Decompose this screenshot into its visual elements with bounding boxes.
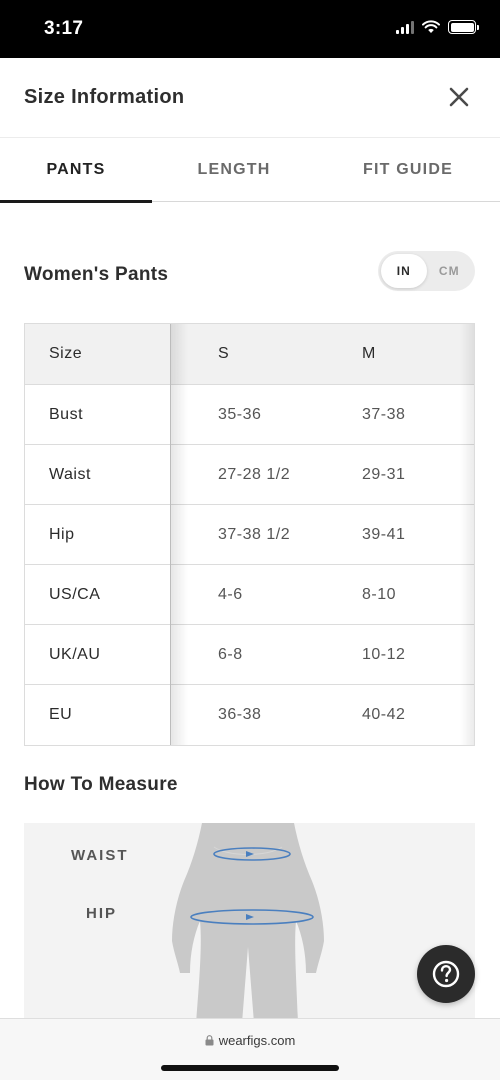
- url-domain: wearfigs.com: [218, 1033, 296, 1048]
- size-tabs: PANTS LENGTH FIT GUIDE: [0, 138, 500, 203]
- close-button[interactable]: [446, 84, 472, 110]
- table-row: US/CA 4-6 8-10: [25, 564, 474, 624]
- wifi-icon: [422, 20, 440, 33]
- row-value-m: 10-12: [362, 646, 406, 663]
- modal-header: Size Information: [0, 58, 500, 138]
- modal-title: Size Information: [24, 86, 185, 108]
- how-to-measure-title: How To Measure: [24, 774, 178, 795]
- battery-icon: [448, 20, 479, 34]
- section-title: Women's Pants: [24, 264, 169, 285]
- row-value-m: 39-41: [362, 526, 406, 543]
- row-value-m: 37-38: [362, 406, 406, 423]
- size-table: Size S M Bust 35-36 37-38 Waist 27-28 1/…: [24, 323, 475, 746]
- table-row: Hip 37-38 1/2 39-41: [25, 504, 474, 564]
- header-cell-s: S: [218, 345, 230, 362]
- table-row: Waist 27-28 1/2 29-31: [25, 444, 474, 504]
- row-label: Waist: [49, 466, 91, 483]
- row-label: Hip: [49, 526, 75, 543]
- table-row: EU 36-38 40-42: [25, 684, 474, 744]
- close-icon: [449, 87, 469, 107]
- unit-option-cm[interactable]: CM: [427, 254, 473, 288]
- status-bar: 3:17: [0, 0, 500, 58]
- table-header-row: Size S M: [25, 324, 474, 384]
- sticky-column-divider: [170, 324, 171, 745]
- url-display[interactable]: wearfigs.com: [0, 1033, 500, 1048]
- waist-label: WAIST: [71, 847, 129, 864]
- row-label: Bust: [49, 406, 84, 423]
- row-value-s: 36-38: [218, 706, 262, 723]
- tab-fit-guide[interactable]: FIT GUIDE: [316, 138, 500, 202]
- row-label: UK/AU: [49, 646, 101, 663]
- signal-icon: [396, 20, 414, 34]
- unit-option-in[interactable]: IN: [381, 254, 427, 288]
- home-indicator[interactable]: [161, 1065, 339, 1071]
- row-value-s: 4-6: [218, 586, 243, 603]
- row-label: US/CA: [49, 586, 101, 603]
- lock-icon: [205, 1035, 214, 1046]
- header-cell-m: M: [362, 345, 376, 362]
- table-row: UK/AU 6-8 10-12: [25, 624, 474, 684]
- help-button[interactable]: [417, 945, 475, 1003]
- row-value-s: 27-28 1/2: [218, 466, 291, 483]
- browser-url-bar[interactable]: wearfigs.com: [0, 1018, 500, 1080]
- row-value-m: 8-10: [362, 586, 397, 603]
- table-row: Bust 35-36 37-38: [25, 384, 474, 444]
- row-label: EU: [49, 706, 73, 723]
- row-value-s: 35-36: [218, 406, 262, 423]
- hip-label: HIP: [86, 905, 118, 922]
- row-value-m: 29-31: [362, 466, 406, 483]
- tab-length[interactable]: LENGTH: [152, 138, 316, 202]
- unit-toggle[interactable]: IN CM: [378, 251, 475, 291]
- row-value-s: 6-8: [218, 646, 243, 663]
- status-icons: [396, 20, 479, 34]
- row-value-s: 37-38 1/2: [218, 526, 291, 543]
- status-time: 3:17: [44, 18, 84, 39]
- question-icon: [432, 960, 460, 988]
- tab-pants[interactable]: PANTS: [0, 138, 152, 203]
- row-value-m: 40-42: [362, 706, 406, 723]
- header-cell-size: Size: [49, 345, 83, 362]
- measure-illustration: WAIST HIP: [24, 823, 475, 1023]
